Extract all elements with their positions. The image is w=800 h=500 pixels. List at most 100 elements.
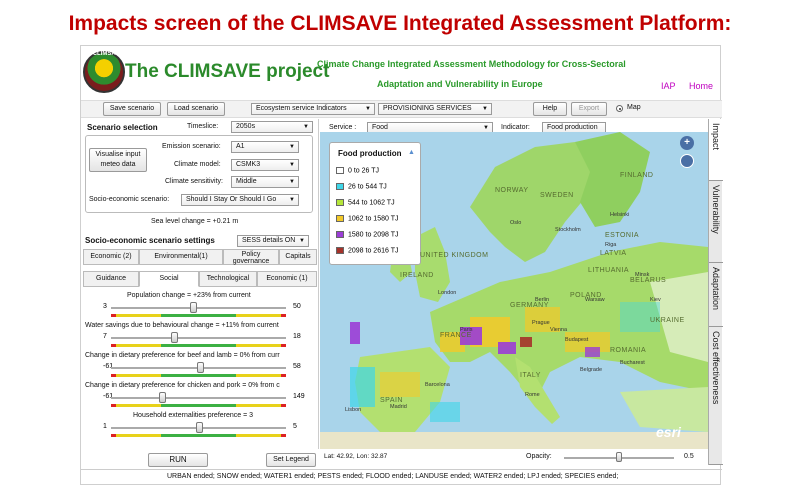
city-label: Belgrade <box>580 367 603 373</box>
map-footer: Lat: 42.92, Lon: 32.87 Opacity: 0.5 <box>320 450 708 464</box>
esri-logo: esri <box>656 424 681 440</box>
legend-swatch <box>336 231 344 238</box>
tab-economic-1[interactable]: Economic (1) <box>257 271 317 287</box>
legend-swatch <box>336 215 344 222</box>
country-label: UNITED KINGDOM <box>420 252 489 259</box>
city-label: Rome <box>525 392 540 398</box>
country-label: SPAIN <box>380 397 403 404</box>
slider-thumb[interactable] <box>197 362 205 373</box>
chevron-down-icon: ▼ <box>303 124 309 130</box>
opacity-value: 0.5 <box>684 453 694 460</box>
slider-max: 18 <box>293 333 301 340</box>
export-button[interactable]: Export <box>571 102 607 116</box>
legend-swatch <box>336 183 344 190</box>
climate-model-select[interactable]: CSMK3 ▼ <box>231 159 299 171</box>
left-panel: Scenario selection Timeslice: 2050s ▼ Vi… <box>81 119 319 467</box>
load-scenario-button[interactable]: Load scenario <box>167 102 225 116</box>
map-view[interactable]: Food production ▲ 0 to 26 TJ 26 to 544 TJ… <box>320 132 708 449</box>
run-button[interactable]: RUN <box>148 453 208 467</box>
scenario-selection-heading: Scenario selection <box>87 123 158 132</box>
collapse-arrow-icon[interactable]: ▲ <box>408 149 415 156</box>
city-label: Warsaw <box>585 297 605 303</box>
chevron-down-icon: ▼ <box>289 144 295 150</box>
map-radio-label: Map <box>627 104 641 111</box>
slider-row: Population change = +23% from current 3 50 <box>81 292 319 322</box>
legend-label: 544 to 1062 TJ <box>348 199 395 207</box>
map-legend: Food production ▲ 0 to 26 TJ 26 to 544 TJ… <box>329 142 421 265</box>
slider-track[interactable] <box>111 397 286 399</box>
city-label: Berlin <box>535 297 550 303</box>
tab-impact-label: Impact <box>711 123 721 151</box>
slider-track[interactable] <box>111 307 286 309</box>
tab-technological[interactable]: Technological <box>199 271 257 287</box>
slide-title: Impacts screen of the CLIMSAVE Integrate… <box>68 12 732 35</box>
emission-label: Emission scenario: <box>162 143 221 150</box>
settings-heading: Socio-economic scenario settings <box>85 236 215 245</box>
legend-item: 26 to 544 TJ <box>336 183 387 190</box>
indicator-group-select[interactable]: Ecosystem service Indicators ▼ <box>251 103 375 115</box>
help-button[interactable]: Help <box>533 102 567 116</box>
legend-swatch <box>336 199 344 206</box>
opacity-slider-thumb[interactable] <box>616 452 622 462</box>
tab-impact[interactable]: Impact <box>709 119 723 181</box>
slider-min: 3 <box>103 303 107 310</box>
emission-value: A1 <box>236 143 245 150</box>
indicator-label: Indicator: <box>501 124 530 131</box>
emission-select[interactable]: A1 ▼ <box>231 141 299 153</box>
slider-thumb[interactable] <box>158 392 166 403</box>
legend-item: 544 to 1062 TJ <box>336 199 395 206</box>
slider-thumb[interactable] <box>195 422 203 433</box>
tab-guidance[interactable]: Guidance <box>83 271 139 287</box>
country-label: ESTONIA <box>605 232 640 239</box>
city-label: Minsk <box>635 272 650 278</box>
legend-item: 2098 to 2616 TJ <box>336 247 398 254</box>
slider-thumb[interactable] <box>190 302 198 313</box>
slider-row: Change in dietary preference for chicken… <box>81 382 319 412</box>
coords-readout: Lat: 42.92, Lon: 32.87 <box>324 453 388 460</box>
tab-policy-governance[interactable]: Policy governance <box>223 249 279 265</box>
slider-track[interactable] <box>111 337 286 339</box>
slider-thumb[interactable] <box>171 332 178 343</box>
tab-adaptation[interactable]: Adaptation <box>709 263 723 327</box>
country-label: UKRAINE <box>650 317 685 324</box>
city-label: Lisbon <box>345 407 362 413</box>
tab-vulnerability[interactable]: Vulnerability <box>709 181 723 263</box>
map-radio[interactable] <box>616 105 623 112</box>
climsave-app: CLIMSAVE The CLIMSAVE project Climate Ch… <box>80 45 723 485</box>
home-link[interactable]: Home <box>689 81 713 91</box>
country-label: FRANCE <box>440 332 472 339</box>
city-label: Barcelona <box>425 382 450 388</box>
iap-link[interactable]: IAP <box>661 81 676 91</box>
legend-swatch <box>336 167 344 174</box>
tab-capitals[interactable]: Capitals <box>279 249 317 265</box>
sess-details-select[interactable]: SESS details ON ▼ <box>237 235 309 247</box>
slider-title: Change in dietary preference for beef an… <box>85 352 280 359</box>
tab-adaptation-label: Adaptation <box>711 267 721 311</box>
tab-economic-2[interactable]: Economic (2) <box>83 249 139 265</box>
visualise-meteo-button[interactable]: Visualise input meteo data <box>89 148 147 172</box>
zoom-in-icon[interactable]: + <box>680 136 694 150</box>
toolbar: Save scenario Load scenario Ecosystem se… <box>81 100 722 118</box>
socio-scenario-select[interactable]: Should I Stay Or Should I Go ▼ <box>181 194 299 206</box>
tab-social[interactable]: Social <box>139 271 199 287</box>
save-scenario-button[interactable]: Save scenario <box>103 102 161 116</box>
project-subtitle-line2: Adaptation and Vulnerability in Europe <box>377 79 543 89</box>
sensitivity-select[interactable]: Middle ▼ <box>231 176 299 188</box>
climate-model-value: CSMK3 <box>236 161 261 168</box>
zoom-search-icon[interactable] <box>680 154 694 168</box>
tab-environmental[interactable]: Environmental(1) <box>139 249 223 265</box>
right-tabs: Impact Vulnerability Adaptation Cost eff… <box>708 119 723 465</box>
country-label: BELARUS <box>630 277 667 284</box>
slider-max: 58 <box>293 363 301 370</box>
city-label: Paris <box>460 327 473 333</box>
timeslice-value: 2050s <box>236 123 256 130</box>
slider-title: Population change = +23% from current <box>127 292 251 299</box>
slider-min: 7 <box>103 333 107 340</box>
service-value: Food <box>372 124 388 131</box>
service-group-select[interactable]: PROVISIONING SERVICES ▼ <box>378 103 492 115</box>
slider-range-bar <box>111 344 286 347</box>
city-label: London <box>438 290 457 296</box>
tab-cost-effectiveness[interactable]: Cost effectiveness <box>709 327 723 465</box>
timeslice-select[interactable]: 2050s ▼ <box>231 121 313 133</box>
set-legend-button[interactable]: Set Legend <box>266 453 316 467</box>
